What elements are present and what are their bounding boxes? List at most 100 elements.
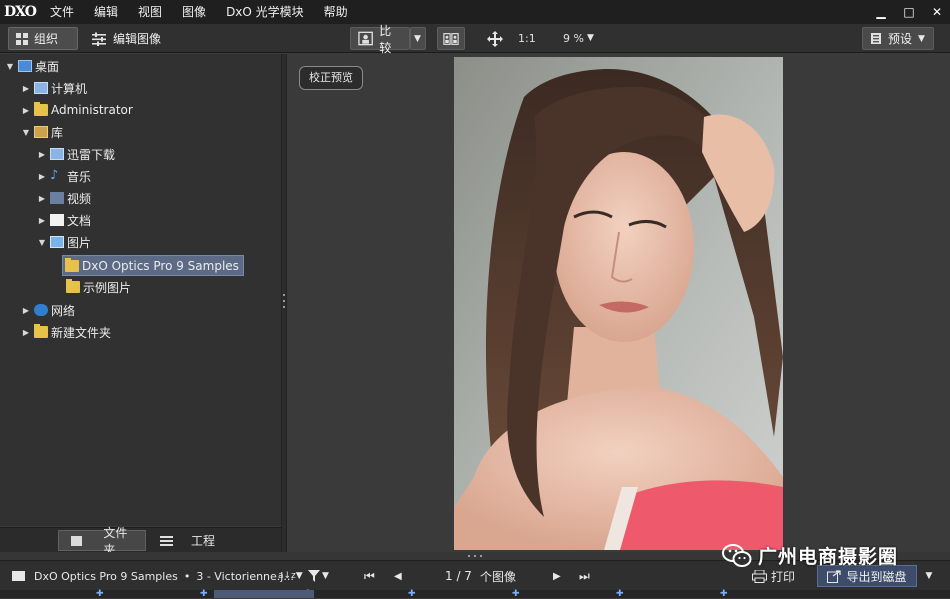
close-button[interactable]: ✕: [930, 5, 944, 19]
tree-item-label: Administrator: [51, 103, 133, 117]
tree-item-pictures[interactable]: ▼ 图片: [36, 232, 91, 252]
tree-item-label: 库: [51, 125, 64, 140]
music-icon: ♪: [50, 168, 59, 183]
menu-optics-modules[interactable]: DxO 光学模块: [216, 0, 314, 24]
tree-item-music[interactable]: ▶ ♪ 音乐: [36, 166, 91, 186]
collapsed-triangle-icon[interactable]: ▶: [36, 194, 48, 203]
tree-item-label: 新建文件夹: [51, 325, 112, 340]
dxo-logo: DXO: [4, 4, 37, 20]
menu-help[interactable]: 帮助: [314, 0, 358, 24]
restore-button[interactable]: □: [902, 5, 916, 19]
tab-organize[interactable]: 组织: [8, 27, 78, 50]
last-image-button[interactable]: ⏭: [579, 561, 590, 591]
image-viewer[interactable]: 校正预览: [287, 54, 950, 552]
expanded-triangle-icon[interactable]: ▼: [36, 238, 48, 247]
collapsed-triangle-icon[interactable]: ▶: [36, 150, 48, 159]
sliders-icon: [92, 32, 106, 46]
collapsed-triangle-icon[interactable]: ▶: [20, 328, 32, 337]
chevron-down-icon: ▼: [925, 571, 933, 581]
move-tool-button[interactable]: [484, 27, 506, 50]
tree-item-label: 音乐: [67, 169, 92, 184]
side-by-side-button[interactable]: [437, 27, 465, 50]
folder-icon: [34, 324, 48, 338]
zoom-level[interactable]: 9 %: [563, 32, 584, 45]
menu-image[interactable]: 图像: [172, 0, 216, 24]
collapsed-triangle-icon[interactable]: ▶: [36, 172, 48, 181]
desktop-icon: [18, 60, 32, 72]
presets-label: 预设: [888, 32, 913, 46]
compare-button[interactable]: 比较: [350, 24, 410, 55]
tree-item-thunder-downloads[interactable]: ▶ 迅雷下载: [36, 144, 115, 164]
tab-projects-label: 工程: [191, 534, 216, 548]
tree-item-new-folder[interactable]: ▶ 新建文件夹: [20, 322, 111, 342]
filter-button[interactable]: ▼: [308, 561, 329, 591]
window-controls: ▁ □ ✕: [874, 0, 944, 24]
document-icon: [50, 214, 64, 226]
toolbar: 组织 编辑图像 比较 ▼ 1:1 9 % ▼ 预设 ▼: [0, 24, 950, 55]
video-icon: [50, 192, 64, 204]
collapsed-triangle-icon[interactable]: ▶: [20, 106, 32, 115]
zoom-one-to-one[interactable]: 1:1: [518, 32, 536, 45]
folder-icon: [71, 535, 83, 546]
folder-tree-panel: ▼ 桌面 ▶ 计算机 ▶ Administrator ▼ 库 ▶ 迅雷下载 ▶ …: [0, 54, 281, 526]
collapsed-triangle-icon[interactable]: ▶: [20, 306, 32, 315]
tree-item-administrator[interactable]: ▶ Administrator: [20, 100, 133, 120]
expanded-triangle-icon[interactable]: ▼: [20, 128, 32, 137]
presets-button[interactable]: 预设 ▼: [862, 27, 934, 50]
watermark: 广州电商摄影圈: [722, 542, 898, 569]
tab-folders[interactable]: 文件夹: [58, 526, 146, 557]
skip-start-icon: ⏮: [364, 568, 375, 583]
tree-item-documents[interactable]: ▶ 文档: [36, 210, 91, 230]
wechat-logo-icon: [722, 543, 752, 567]
tab-edit-image-label: 编辑图像: [113, 32, 162, 46]
previous-image-button[interactable]: ◀: [394, 561, 402, 591]
expanded-triangle-icon[interactable]: ▼: [4, 62, 16, 71]
collapsed-triangle-icon[interactable]: ▶: [20, 84, 32, 93]
tab-edit-image[interactable]: 编辑图像: [84, 27, 168, 50]
compare-label: 比较: [379, 23, 392, 55]
compare-dropdown[interactable]: ▼: [410, 27, 426, 50]
tree-item-label: 示例图片: [83, 280, 132, 295]
folder-icon: [66, 279, 80, 293]
menu-edit[interactable]: 编辑: [84, 0, 128, 24]
print-label: 打印: [771, 569, 796, 584]
minimize-button[interactable]: ▁: [874, 5, 888, 19]
correction-preview-button[interactable]: 校正预览: [299, 66, 363, 90]
chevron-down-icon: ▼: [918, 33, 925, 44]
tree-item-label: 计算机: [51, 81, 88, 96]
tree-item-desktop[interactable]: ▼ 桌面: [4, 56, 59, 76]
tree-item-label: 迅雷下载: [67, 147, 116, 162]
counter-value: 1 / 7: [445, 569, 472, 583]
grid-icon: [16, 32, 28, 45]
tree-item-videos[interactable]: ▶ 视频: [36, 188, 91, 208]
export-dropdown[interactable]: ▼: [919, 561, 939, 591]
menu-view[interactable]: 视图: [128, 0, 172, 24]
tree-item-label: 文档: [67, 213, 92, 228]
tab-projects[interactable]: 工程: [150, 530, 225, 551]
portrait-photo[interactable]: [454, 57, 783, 550]
filmstrip[interactable]: ✚✚✚ ✚✚✚✚: [0, 590, 950, 599]
tree-item-library[interactable]: ▼ 库: [20, 122, 63, 142]
zoom-dropdown-icon[interactable]: ▼: [587, 33, 594, 43]
tree-item-dxo-samples[interactable]: DxO Optics Pro 9 Samples: [62, 255, 244, 276]
side-by-side-icon: [443, 32, 459, 45]
chevron-down-icon: ▼: [414, 33, 421, 44]
path-separator: •: [183, 569, 191, 583]
first-image-button[interactable]: ⏮: [364, 561, 375, 591]
printer-icon: [752, 569, 767, 583]
previous-icon: ◀: [394, 570, 402, 582]
tree-item-label: 网络: [51, 303, 76, 318]
tree-item-label: DxO Optics Pro 9 Samples: [82, 258, 239, 273]
library-icon: [34, 126, 48, 138]
tree-item-sample-pictures[interactable]: 示例图片: [64, 277, 131, 297]
tree-item-label: 桌面: [35, 59, 60, 74]
menu-file[interactable]: 文件: [40, 0, 84, 24]
tree-item-network[interactable]: ▶ 网络: [20, 300, 75, 320]
image-counter: 1 / 7 个图像: [445, 561, 516, 591]
sort-button[interactable]: a↓z ▼: [278, 561, 303, 591]
chevron-down-icon: ▼: [322, 571, 329, 581]
next-image-button[interactable]: ▶: [553, 561, 561, 591]
presets-icon: [871, 33, 881, 44]
collapsed-triangle-icon[interactable]: ▶: [36, 216, 48, 225]
tree-item-computer[interactable]: ▶ 计算机: [20, 78, 87, 98]
